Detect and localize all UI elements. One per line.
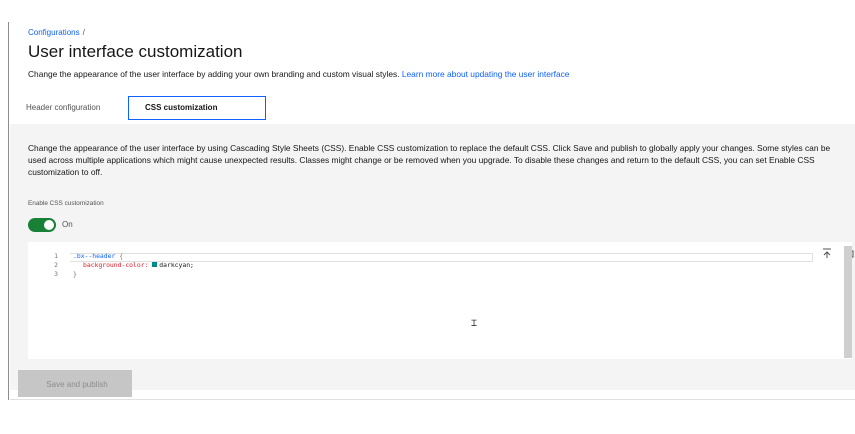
toggle-label: Enable CSS customization — [28, 200, 104, 207]
line-number: 2 — [54, 260, 58, 269]
code-lines: 1 .bx--header { 2 background-color: darkcy… — [42, 252, 194, 278]
css-property: background-color: — [83, 260, 149, 269]
open-brace: { — [119, 252, 124, 260]
css-code-editor[interactable]: 1 .bx--header { 2 background-color: darkcy… — [28, 242, 854, 359]
line-number: 1 — [54, 252, 58, 260]
code-line: 1 .bx--header { — [42, 252, 194, 261]
collapse-editor-icon[interactable] — [822, 248, 832, 258]
tab-css-customization[interactable]: CSS customization — [128, 96, 266, 120]
toggle-knob — [44, 220, 54, 230]
tab-header-configuration[interactable]: Header configuration — [26, 96, 128, 120]
learn-more-link[interactable]: Learn more about updating the user inter… — [402, 69, 570, 79]
breadcrumb: Configurations / — [28, 28, 85, 37]
page-title: User interface customization — [28, 42, 243, 61]
css-value: darkcyan; — [159, 260, 194, 269]
code-line: 2 background-color: darkcyan; — [42, 261, 194, 270]
breadcrumb-separator: / — [82, 28, 85, 37]
line-number: 3 — [54, 269, 58, 278]
enable-css-toggle[interactable] — [28, 218, 56, 232]
toggle-state-text: On — [62, 220, 73, 229]
save-and-publish-button[interactable]: Save and publish — [18, 370, 132, 397]
bottom-divider — [10, 399, 855, 400]
code-line: 3} — [42, 270, 194, 279]
text-cursor-icon: ⌶ — [471, 318, 478, 329]
editor-scrollbar[interactable] — [844, 246, 852, 358]
left-rule — [8, 22, 9, 400]
page-description: Change the appearance of the user interf… — [28, 69, 569, 79]
breadcrumb-link-configurations[interactable]: Configurations — [28, 28, 80, 37]
css-selector: .bx--header — [73, 252, 116, 260]
panel-description: Change the appearance of the user interf… — [28, 143, 831, 177]
color-swatch-icon[interactable] — [152, 262, 158, 268]
close-brace: } — [73, 269, 77, 278]
page-description-text: Change the appearance of the user interf… — [28, 69, 402, 79]
css-customization-panel: Change the appearance of the user interf… — [10, 124, 855, 390]
